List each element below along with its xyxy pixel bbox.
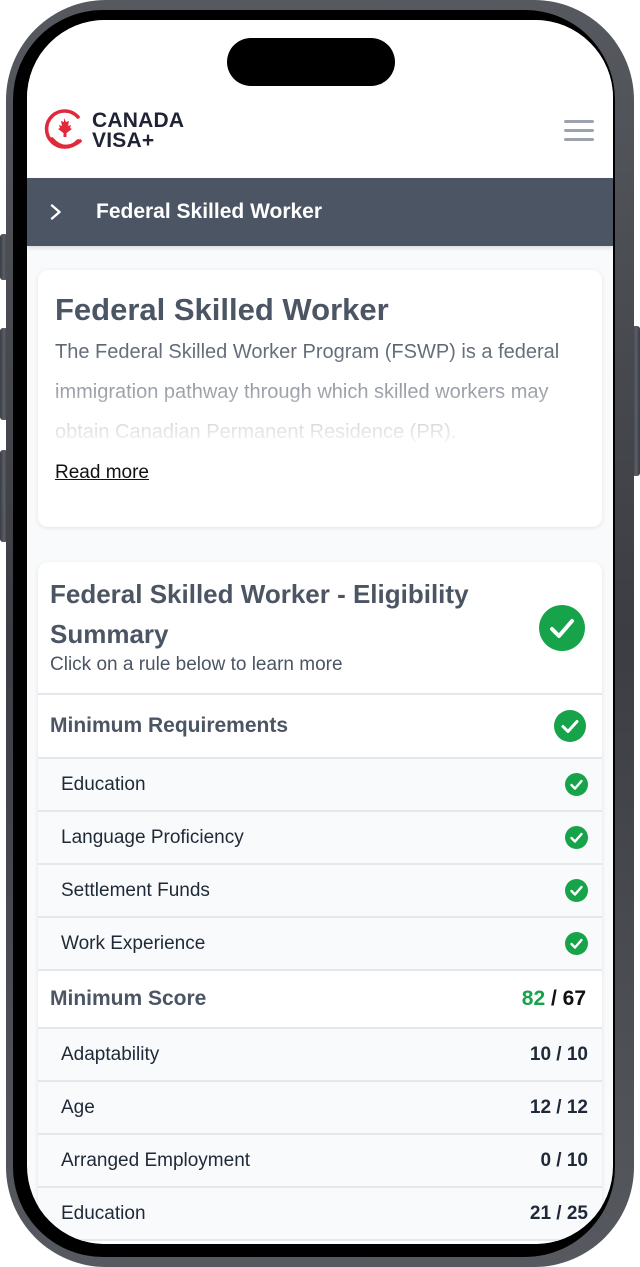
minimum-requirements-row[interactable]: Minimum Requirements [38, 695, 602, 759]
requirement-row[interactable]: Settlement Funds [38, 865, 602, 918]
score-factor-label: Arranged Employment [61, 1149, 251, 1171]
summary-header: Federal Skilled Worker - Eligibility Sum… [38, 562, 602, 695]
canada-visa-logo[interactable]: CANADA VISA+ [42, 107, 184, 155]
check-circle-icon [565, 826, 588, 849]
requirement-label: Language Proficiency [61, 826, 244, 848]
program-title: Federal Skilled Worker [55, 292, 389, 327]
score-factor-label: Adaptability [61, 1043, 160, 1065]
summary-title: Federal Skilled Worker - Eligibility Sum… [50, 579, 469, 649]
minimum-requirements-label: Minimum Requirements [50, 714, 289, 737]
score-factor-value: 21 / 25 [529, 1202, 588, 1224]
breadcrumb-bar[interactable]: Federal Skilled Worker [27, 178, 613, 246]
requirement-label: Education [61, 773, 146, 795]
score-row[interactable]: Age 12 / 12 [38, 1082, 602, 1135]
minimum-score-value: 82 / 67 [522, 987, 586, 1011]
phone-screen: CANADA VISA+ Federal Skilled Worker Fede… [27, 20, 613, 1244]
check-circle-icon [539, 605, 585, 651]
score-factor-value: 12 / 12 [529, 1096, 588, 1118]
requirement-label: Work Experience [61, 932, 206, 954]
score-factor-label: Age [61, 1096, 95, 1118]
dynamic-island [227, 38, 395, 86]
score-row[interactable]: Education 21 / 25 [38, 1188, 602, 1241]
logo-line-1: CANADA [92, 109, 185, 132]
score-row[interactable]: Adaptability 10 / 10 [38, 1029, 602, 1082]
score-achieved: 82 [521, 987, 546, 1010]
logo-line-2: VISA+ [92, 129, 155, 152]
program-intro-card: Federal Skilled Worker The Federal Skill… [38, 270, 602, 527]
read-more-link[interactable]: Read more [55, 462, 149, 484]
program-description: The Federal Skilled Worker Program (FSWP… [55, 341, 560, 443]
breadcrumb-title: Federal Skilled Worker [96, 200, 323, 223]
minimum-score-label: Minimum Score [50, 987, 207, 1010]
check-circle-icon [565, 932, 588, 955]
hamburger-menu-icon[interactable] [564, 120, 594, 144]
requirement-row[interactable]: Language Proficiency [38, 812, 602, 865]
requirement-label: Settlement Funds [61, 879, 210, 901]
check-circle-icon [565, 879, 588, 902]
maple-leaf-logo-icon [44, 109, 82, 149]
program-description-wrap: The Federal Skilled Worker Program (FSWP… [55, 332, 585, 452]
check-circle-icon [554, 710, 586, 742]
minimum-score-row[interactable]: Minimum Score 82 / 67 [38, 971, 602, 1029]
eligibility-summary-card: Federal Skilled Worker - Eligibility Sum… [38, 562, 602, 1244]
score-factor-label: Education [61, 1202, 146, 1224]
score-factor-value: 10 / 10 [529, 1043, 588, 1065]
score-row[interactable]: Arranged Employment 0 / 10 [38, 1135, 602, 1188]
score-separator: / [545, 987, 563, 1010]
summary-subtitle: Click on a rule below to learn more [50, 654, 343, 675]
score-breakdown-list: Adaptability 10 / 10 Age 12 / 12 Arranged Em… [38, 1029, 602, 1241]
check-circle-icon [565, 773, 588, 796]
score-factor-value: 0 / 10 [540, 1149, 588, 1171]
requirement-row[interactable]: Work Experience [38, 918, 602, 971]
requirement-row[interactable]: Education [38, 759, 602, 812]
score-required: 67 [562, 987, 586, 1010]
chevron-right-icon [50, 204, 61, 220]
requirements-list: Education Language Proficiency Settlement … [38, 759, 602, 971]
